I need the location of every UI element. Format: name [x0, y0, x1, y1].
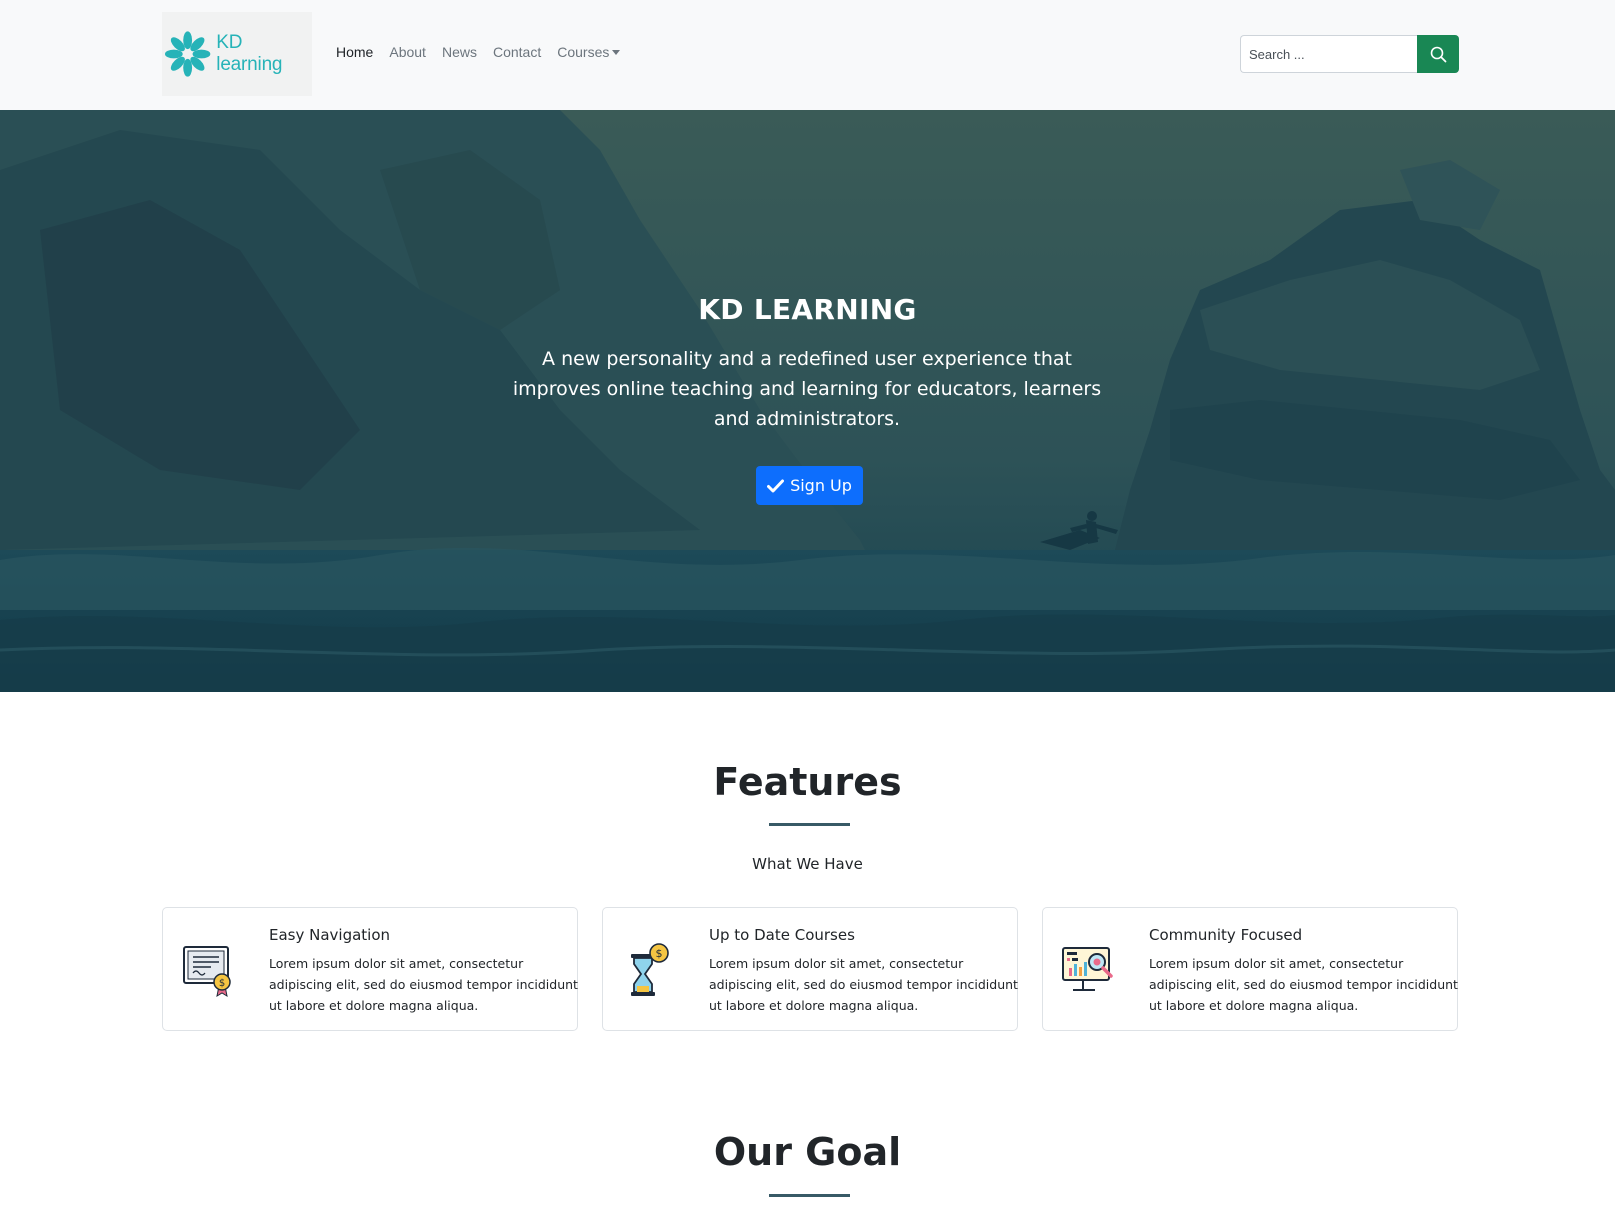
search-icon: [1430, 46, 1446, 62]
nav-link-courses-label: Courses: [557, 44, 610, 60]
feature-card-community-focused: Community Focused Lorem ipsum dolor sit …: [1042, 907, 1458, 1031]
signup-button[interactable]: Sign Up: [756, 466, 863, 505]
feature-card-up-to-date-courses: $ Up to Date Courses Lorem ipsum dolor s…: [602, 907, 1018, 1031]
features-title: Features: [713, 760, 902, 804]
brand-text: KD learning: [216, 32, 283, 75]
feature-card-title: Community Focused: [1149, 926, 1303, 944]
hero-title: KD LEARNING: [698, 293, 917, 326]
goal-title: Our Goal: [713, 1130, 902, 1174]
search-input[interactable]: [1240, 35, 1417, 73]
feature-card-text: Lorem ipsum dolor sit amet, consectetur …: [1149, 956, 1458, 1013]
nav-link-contact[interactable]: Contact: [493, 44, 541, 60]
navbar: KD learning Home About News Contact Cour…: [0, 0, 1615, 110]
signup-button-label: Sign Up: [790, 476, 852, 495]
feature-card-text: Lorem ipsum dolor sit amet, consectetur …: [269, 956, 578, 1013]
hero-subtitle: A new personality and a redefined user e…: [512, 348, 1102, 430]
caret-down-icon: [612, 49, 621, 55]
features-subtitle: What We Have: [752, 855, 863, 873]
nav-link-about[interactable]: About: [389, 44, 426, 60]
svg-text:$: $: [219, 978, 225, 989]
certificate-icon: $: [183, 946, 231, 998]
hourglass-coin-icon: $: [631, 943, 669, 996]
nav-links: Home About News Contact Courses: [336, 44, 636, 60]
nav-link-home[interactable]: Home: [336, 44, 373, 60]
goal-divider: [769, 1194, 850, 1197]
monitor-analytics-icon: [1062, 947, 1113, 991]
feature-card-title: Up to Date Courses: [709, 926, 855, 944]
feature-card-text: Lorem ipsum dolor sit amet, consectetur …: [709, 956, 1018, 1013]
feature-card-title: Easy Navigation: [269, 926, 391, 944]
svg-text:$: $: [656, 947, 663, 960]
feature-card-easy-navigation: $ Easy Navigation Lorem ipsum dolor sit …: [162, 907, 578, 1031]
flower-logo-icon: [164, 31, 211, 77]
brand-logo[interactable]: KD learning: [162, 12, 312, 96]
nav-link-news[interactable]: News: [442, 44, 477, 60]
search-button[interactable]: [1417, 35, 1459, 73]
features-divider: [769, 823, 850, 826]
nav-link-courses-dropdown[interactable]: Courses: [557, 44, 621, 60]
check-icon: [767, 479, 785, 492]
hero-banner: KD LEARNING A new personality and a rede…: [0, 110, 1615, 692]
search-form: [1240, 35, 1459, 73]
